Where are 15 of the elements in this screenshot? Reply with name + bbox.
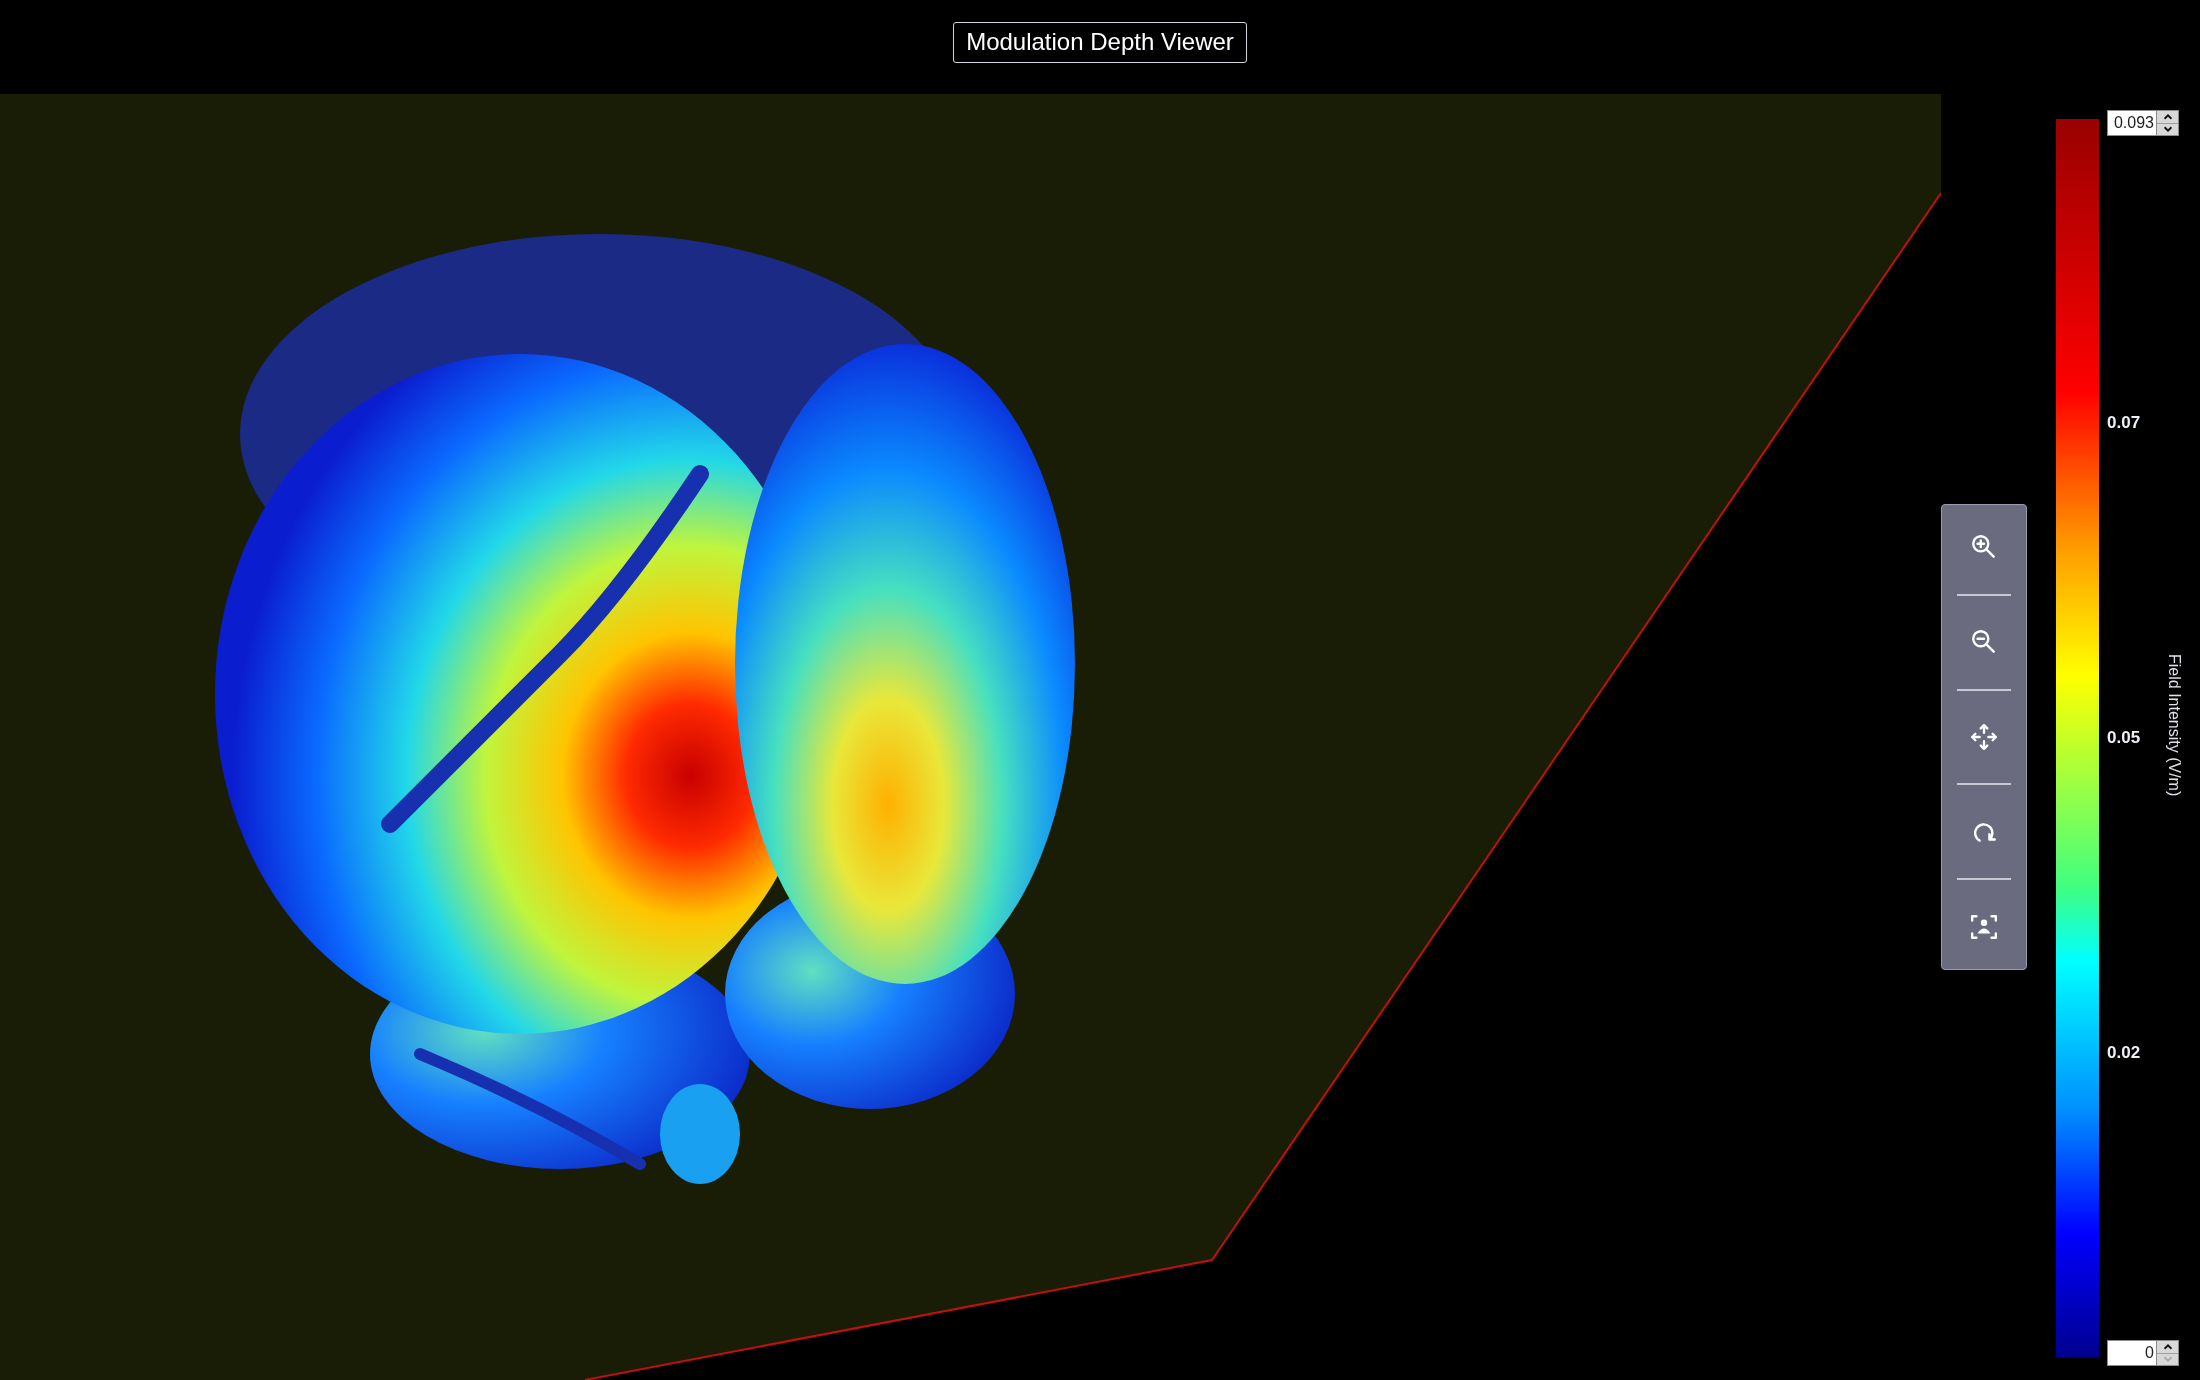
- scale-axis-label: Field Intensity (V/m): [2165, 654, 2184, 797]
- scale-tick-label: 0.02: [2107, 1044, 2141, 1062]
- chevron-down-icon: [2161, 124, 2174, 135]
- move-arrows-icon: [1970, 722, 1998, 751]
- number-input[interactable]: 0: [2107, 1340, 2157, 1366]
- scale-tick-label: 0.07: [2107, 414, 2141, 432]
- chevron-down-icon: [2161, 1354, 2174, 1365]
- spin-up-button[interactable]: [2157, 111, 2178, 124]
- window-title: Modulation Depth Viewer: [953, 21, 1247, 63]
- chevron-up-icon: [2161, 1341, 2174, 1352]
- chevron-up-icon: [2161, 111, 2174, 122]
- number-input[interactable]: 0.093: [2107, 110, 2157, 136]
- spin-up-button[interactable]: [2157, 1341, 2178, 1354]
- scale-tick-label: 0.05: [2107, 729, 2141, 747]
- fit-view-icon: [1970, 912, 1998, 941]
